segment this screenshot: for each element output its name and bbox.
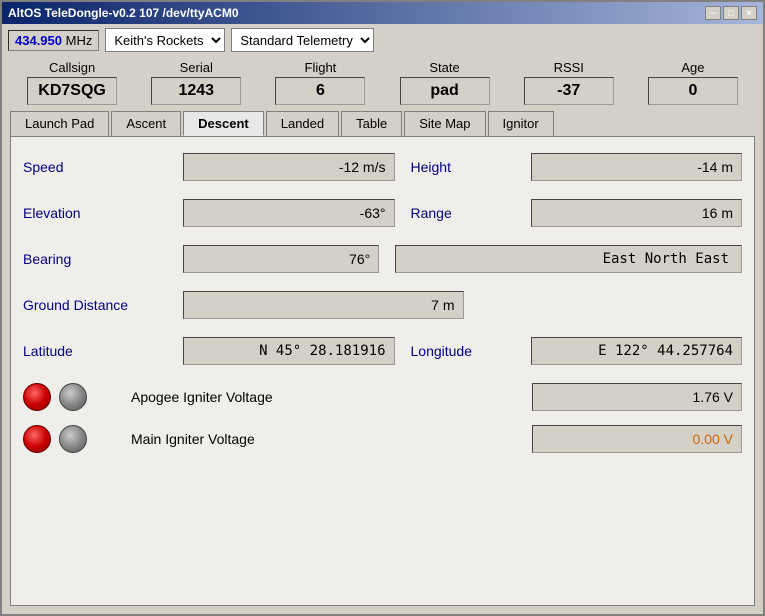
speed-height-row: Speed -12 m/s Height -14 m [23,153,742,181]
tab-descent[interactable]: Descent [183,111,264,136]
maximize-button[interactable]: □ [723,6,739,20]
age-value: 0 [648,77,738,105]
toolbar: 434.950 MHz Keith's Rockets Standard Tel… [2,24,763,56]
height-label: Height [411,159,531,175]
title-bar: AltOS TeleDongle-v0.2 107 /dev/ttyACM0 −… [2,2,763,24]
ground-distance-value: 7 m [183,291,464,319]
main-led-red [23,425,51,453]
height-value: -14 m [531,153,743,181]
age-col: Age 0 [631,60,755,105]
speed-value: -12 m/s [183,153,395,181]
main-igniter-row: Main Igniter Voltage 0.00 V [23,425,742,453]
main-label: Main Igniter Voltage [123,431,532,447]
callsign-label: Callsign [49,60,95,75]
lat-lon-row: Latitude N 45° 28.181916 Longitude E 122… [23,337,742,365]
bearing-row: Bearing 76° East North East [23,245,742,273]
state-value: pad [400,77,490,105]
elevation-range-row: Elevation -63° Range 16 m [23,199,742,227]
frequency-unit: MHz [66,33,93,48]
content-panel: Speed -12 m/s Height -14 m Elevation -63… [10,136,755,606]
main-window: AltOS TeleDongle-v0.2 107 /dev/ttyACM0 −… [0,0,765,616]
rssi-value: -37 [524,77,614,105]
latitude-value: N 45° 28.181916 [183,337,395,365]
window-controls: − □ × [705,6,757,20]
bearing-value: 76° [183,245,379,273]
apogee-value: 1.76 V [532,383,742,411]
tab-launch-pad[interactable]: Launch Pad [10,111,109,136]
longitude-value: E 122° 44.257764 [531,337,743,365]
apogee-igniter-row: Apogee Igniter Voltage 1.76 V [23,383,742,411]
longitude-label: Longitude [411,343,531,359]
latitude-label: Latitude [23,343,183,359]
bearing-direction: East North East [395,245,742,273]
rocket-select[interactable]: Keith's Rockets [105,28,225,52]
main-led-gray [59,425,87,453]
window-title: AltOS TeleDongle-v0.2 107 /dev/ttyACM0 [8,6,239,20]
rssi-col: RSSI -37 [507,60,631,105]
serial-value: 1243 [151,77,241,105]
tab-bar: Launch Pad Ascent Descent Landed Table S… [2,107,763,136]
close-button[interactable]: × [741,6,757,20]
serial-label: Serial [180,60,213,75]
bearing-label: Bearing [23,251,183,267]
apogee-label: Apogee Igniter Voltage [123,389,532,405]
elevation-value: -63° [183,199,395,227]
minimize-button[interactable]: − [705,6,721,20]
ground-distance-label: Ground Distance [23,297,183,313]
ground-distance-row: Ground Distance 7 m [23,291,742,319]
serial-col: Serial 1243 [134,60,258,105]
apogee-led-gray [59,383,87,411]
state-col: State pad [382,60,506,105]
frequency-display: 434.950 MHz [8,30,99,51]
range-value: 16 m [531,199,743,227]
telemetry-select[interactable]: Standard Telemetry [231,28,374,52]
tab-ascent[interactable]: Ascent [111,111,181,136]
rssi-label: RSSI [554,60,584,75]
main-led-group [23,425,123,453]
frequency-value: 434.950 [15,33,62,48]
tab-table[interactable]: Table [341,111,402,136]
range-label: Range [411,205,531,221]
tab-ignitor[interactable]: Ignitor [488,111,554,136]
elevation-label: Elevation [23,205,183,221]
main-value: 0.00 V [532,425,742,453]
status-header: Callsign KD7SQG Serial 1243 Flight 6 Sta… [2,56,763,107]
flight-label: Flight [305,60,337,75]
apogee-led-group [23,383,123,411]
flight-value: 6 [275,77,365,105]
tab-site-map[interactable]: Site Map [404,111,485,136]
apogee-led-red [23,383,51,411]
callsign-value: KD7SQG [27,77,117,105]
tab-landed[interactable]: Landed [266,111,339,136]
speed-label: Speed [23,159,183,175]
state-label: State [429,60,459,75]
age-label: Age [681,60,704,75]
callsign-col: Callsign KD7SQG [10,60,134,105]
flight-col: Flight 6 [258,60,382,105]
